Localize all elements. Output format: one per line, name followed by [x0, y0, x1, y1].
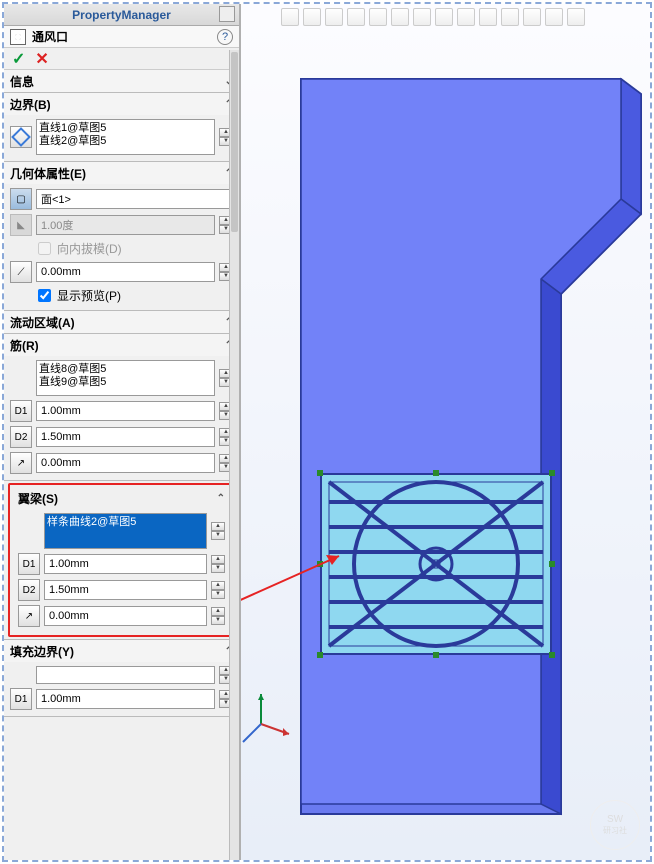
scrollbar-thumb[interactable]: [231, 52, 238, 232]
d1-icon: D1: [18, 553, 40, 575]
list-item[interactable]: 直线1@草图5: [39, 122, 212, 135]
section-fill-title: 填充边界(Y): [10, 643, 74, 660]
section-flow-title: 流动区域(A): [10, 314, 75, 331]
d2-icon: D2: [18, 579, 40, 601]
face-input[interactable]: [36, 189, 233, 209]
d2-icon: D2: [10, 426, 32, 448]
property-scroll[interactable]: 信息 ⌄ 边界(B) ⌃ 直线1@草图5 直线2@草图5: [4, 70, 239, 860]
feature-title: 通风口: [32, 28, 68, 45]
spin-up[interactable]: ▲: [211, 607, 225, 616]
fill-listbox[interactable]: [36, 666, 215, 684]
list-item[interactable]: 直线8@草图5: [39, 363, 212, 376]
ribs-d1-input[interactable]: [36, 401, 215, 421]
preview-checkbox[interactable]: [38, 289, 51, 302]
offset-icon: ↗: [18, 605, 40, 627]
angle-icon: ◣: [10, 214, 32, 236]
spin-down[interactable]: ▼: [211, 590, 225, 599]
ok-button[interactable]: ✓: [12, 49, 25, 69]
section-geom-header[interactable]: 几何体属性(E) ⌃: [4, 162, 239, 184]
panel-scrollbar[interactable]: [229, 50, 239, 860]
spin-up[interactable]: ▲: [211, 522, 225, 531]
offset-input[interactable]: [36, 262, 215, 282]
preview-label: 显示预览(P): [57, 287, 121, 304]
pm-header-title: PropertyManager: [72, 8, 171, 22]
help-icon[interactable]: ?: [217, 29, 233, 45]
section-info-header[interactable]: 信息 ⌄: [4, 70, 239, 92]
section-info-title: 信息: [10, 73, 34, 90]
fill-d1-input[interactable]: [36, 689, 215, 709]
draft-checkbox: [38, 242, 51, 255]
list-item-selected[interactable]: 样条曲线2@草图5: [47, 516, 204, 529]
feature-title-bar: 通风口 ?: [4, 26, 239, 48]
section-geom-title: 几何体属性(E): [10, 165, 86, 182]
section-flow-header[interactable]: 流动区域(A) ⌃: [4, 311, 239, 333]
boundary-listbox[interactable]: 直线1@草图5 直线2@草图5: [36, 119, 215, 155]
section-spars-title: 翼梁(S): [18, 490, 58, 507]
section-boundary-header[interactable]: 边界(B) ⌃: [4, 93, 239, 115]
offset-icon: ⟋: [10, 261, 32, 283]
list-item[interactable]: 直线2@草图5: [39, 135, 212, 148]
boundary-icon: [10, 126, 32, 148]
confirm-bar: ✓ ✕: [4, 48, 239, 70]
spin-down[interactable]: ▼: [211, 564, 225, 573]
section-boundary-title: 边界(B): [10, 96, 51, 113]
d1-icon: D1: [10, 400, 32, 422]
spars-highlight-box: 翼梁(S) ⌃ 样条曲线2@草图5 ▲▼ D1: [8, 483, 235, 637]
section-fill-header[interactable]: 填充边界(Y) ⌃: [4, 640, 239, 662]
spin-up[interactable]: ▲: [211, 581, 225, 590]
cancel-button[interactable]: ✕: [35, 49, 48, 69]
spin-up[interactable]: ▲: [211, 555, 225, 564]
chevron-up-icon: ⌃: [217, 493, 225, 504]
offset-icon: ↗: [10, 452, 32, 474]
pin-icon[interactable]: [219, 6, 235, 22]
spin-down[interactable]: ▼: [211, 616, 225, 625]
draft-label: 向内拔模(D): [57, 240, 122, 257]
d1-icon: D1: [10, 688, 32, 710]
section-ribs-title: 筋(R): [10, 337, 39, 354]
ribs-listbox[interactable]: 直线8@草图5 直线9@草图5: [36, 360, 215, 396]
spars-listbox[interactable]: 样条曲线2@草图5: [44, 513, 207, 549]
angle-input: [36, 215, 215, 235]
section-spars-header[interactable]: 翼梁(S) ⌃: [12, 487, 231, 509]
ribs-d2-input[interactable]: [36, 427, 215, 447]
vent-icon: [10, 29, 26, 45]
spars-d1-input[interactable]: [44, 554, 207, 574]
list-item[interactable]: 直线9@草图5: [39, 376, 212, 389]
property-manager-header: PropertyManager: [4, 4, 239, 26]
spars-d3-input[interactable]: [44, 606, 207, 626]
face-icon: ▢: [10, 188, 32, 210]
watermark: SW 研习社: [590, 800, 640, 850]
ribs-d3-input[interactable]: [36, 453, 215, 473]
section-ribs-header[interactable]: 筋(R) ⌃: [4, 334, 239, 356]
3d-viewport[interactable]: SW 研习社: [241, 4, 650, 860]
spin-down[interactable]: ▼: [211, 531, 225, 540]
model-render: [241, 4, 650, 844]
spars-d2-input[interactable]: [44, 580, 207, 600]
